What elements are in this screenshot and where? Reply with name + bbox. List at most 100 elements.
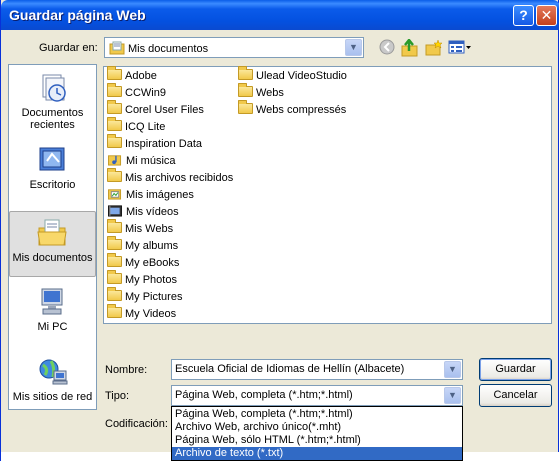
- network-places-icon: [39, 359, 67, 385]
- new-folder-button[interactable]: [424, 39, 444, 57]
- folder-icon: [238, 83, 253, 97]
- file-type-option[interactable]: Archivo Web, archivo único(*.mht): [172, 421, 462, 434]
- save-web-page-dialog: Guardar página Web ? ✕ Guardar en: Mis d…: [0, 0, 559, 461]
- file-name: Mis imágenes: [126, 189, 194, 201]
- file-name: My Pictures: [125, 291, 183, 303]
- list-item[interactable]: My Photos: [107, 270, 177, 289]
- place-recent-documents[interactable]: Documentos recientes: [9, 73, 96, 131]
- file-list[interactable]: Adobe CCWin9 Corel User Files ICQ Lite Inspi…: [103, 66, 552, 324]
- folder-icon: [107, 100, 122, 114]
- list-item[interactable]: Mis vídeos: [107, 204, 179, 221]
- file-type-option[interactable]: Archivo de texto (*.txt): [172, 447, 462, 460]
- place-label: Mi PC: [37, 321, 68, 333]
- place-my-computer[interactable]: Mi PC: [9, 287, 96, 333]
- place-label: Mis sitios de red: [12, 391, 93, 403]
- list-item[interactable]: Inspiration Data: [107, 134, 203, 153]
- file-name-label: Nombre:: [105, 364, 148, 376]
- file-name: Ulead VideoStudio: [256, 70, 347, 82]
- file-name: My Videos: [125, 308, 177, 320]
- list-item[interactable]: Mis archivos recibidos: [107, 168, 234, 187]
- list-item[interactable]: CCWin9: [107, 83, 166, 102]
- folder-icon: [238, 100, 253, 114]
- new-folder-icon: [425, 39, 443, 56]
- list-item[interactable]: Corel User Files: [107, 100, 204, 119]
- file-type-select[interactable]: Página Web, completa (*.htm;*.html) ▼: [171, 385, 463, 406]
- recent-documents-icon: [42, 74, 66, 102]
- list-item[interactable]: Webs compressés: [238, 100, 347, 119]
- list-item[interactable]: My Pictures: [107, 287, 183, 306]
- folder-icon: [107, 270, 122, 284]
- file-type-option[interactable]: Página Web, sólo HTML (*.htm;*.html): [172, 434, 462, 447]
- file-name: Mis vídeos: [126, 206, 179, 218]
- place-my-documents[interactable]: Mis documentos: [9, 211, 96, 277]
- place-network-places[interactable]: Mis sitios de red: [9, 357, 96, 403]
- views-menu-icon: [448, 40, 471, 54]
- file-name: Mi música: [126, 155, 176, 167]
- file-type-value: Página Web, completa (*.htm;*.html): [175, 389, 353, 401]
- file-name: Adobe: [125, 70, 157, 82]
- folder-icon: [107, 134, 122, 148]
- place-label: Escritorio: [29, 179, 76, 191]
- list-item[interactable]: Mis Webs: [107, 219, 174, 238]
- my-computer-icon: [41, 288, 62, 315]
- help-button[interactable]: ?: [513, 5, 534, 26]
- save-in-combo[interactable]: Mis documentos ▼: [104, 37, 364, 58]
- file-name: CCWin9: [125, 87, 166, 99]
- folder-icon: [107, 287, 122, 301]
- folder-icon: [107, 253, 122, 267]
- up-folder-icon: [401, 37, 418, 57]
- list-item[interactable]: My Videos: [107, 304, 177, 323]
- close-icon: ✕: [540, 7, 553, 23]
- file-name: ICQ Lite: [125, 121, 166, 133]
- chevron-down-icon[interactable]: ▼: [444, 361, 461, 378]
- chevron-down-icon[interactable]: ▼: [444, 387, 461, 404]
- file-name: Corel User Files: [125, 104, 204, 116]
- place-label: Mis documentos: [12, 252, 93, 264]
- help-icon: ?: [519, 7, 528, 23]
- save-button[interactable]: Guardar: [479, 358, 552, 381]
- title-bar[interactable]: Guardar página Web ? ✕: [1, 0, 559, 30]
- my-documents-icon: [36, 219, 67, 246]
- back-icon: [379, 39, 395, 55]
- file-name-input[interactable]: Escuela Oficial de Idiomas de Hellín (Al…: [171, 359, 463, 380]
- folder-icon: [238, 66, 253, 80]
- file-name: Mis Webs: [125, 223, 174, 235]
- list-item[interactable]: Mis imágenes: [107, 187, 194, 204]
- file-name: Webs compressés: [256, 104, 347, 116]
- encoding-label: Codificación:: [105, 418, 168, 430]
- folder-icon: [107, 219, 122, 233]
- file-name-value[interactable]: Escuela Oficial de Idiomas de Hellín (Al…: [175, 363, 404, 375]
- views-menu-button[interactable]: [448, 39, 472, 57]
- file-type-option[interactable]: Página Web, completa (*.htm;*.html): [172, 408, 462, 421]
- file-name: Inspiration Data: [125, 138, 203, 150]
- file-type-dropdown-list[interactable]: Página Web, completa (*.htm;*.html) Archi…: [171, 406, 463, 461]
- back-button[interactable]: [377, 39, 397, 57]
- file-name: Mis archivos recibidos: [125, 172, 234, 184]
- pictures-folder-icon: [108, 189, 122, 200]
- places-bar: Documentos recientes Escritorio Mis docu…: [8, 64, 97, 410]
- folder-icon: [107, 66, 122, 80]
- file-name: My Photos: [125, 274, 177, 286]
- chevron-down-icon[interactable]: ▼: [345, 39, 362, 56]
- folder-icon: [107, 168, 122, 182]
- file-name: My albums: [125, 240, 179, 252]
- file-name: My eBooks: [125, 257, 180, 269]
- place-label: Documentos recientes: [21, 107, 84, 131]
- music-folder-icon: [108, 155, 122, 166]
- videos-folder-icon: [108, 205, 122, 217]
- folder-icon: [107, 304, 122, 318]
- folder-icon: [107, 83, 122, 97]
- file-name: Webs: [256, 87, 284, 99]
- desktop-icon: [39, 147, 64, 171]
- list-item[interactable]: My albums: [107, 236, 179, 255]
- save-in-value: Mis documentos: [128, 43, 209, 55]
- cancel-button[interactable]: Cancelar: [479, 384, 552, 407]
- place-desktop[interactable]: Escritorio: [9, 145, 96, 191]
- list-item[interactable]: Ulead VideoStudio: [238, 66, 347, 85]
- list-item[interactable]: Mi música: [107, 153, 176, 170]
- close-button[interactable]: ✕: [536, 5, 557, 26]
- list-item[interactable]: My eBooks: [107, 253, 180, 272]
- save-in-label: Guardar en:: [39, 42, 98, 54]
- folder-icon: [107, 117, 122, 131]
- up-one-level-button[interactable]: [400, 37, 420, 57]
